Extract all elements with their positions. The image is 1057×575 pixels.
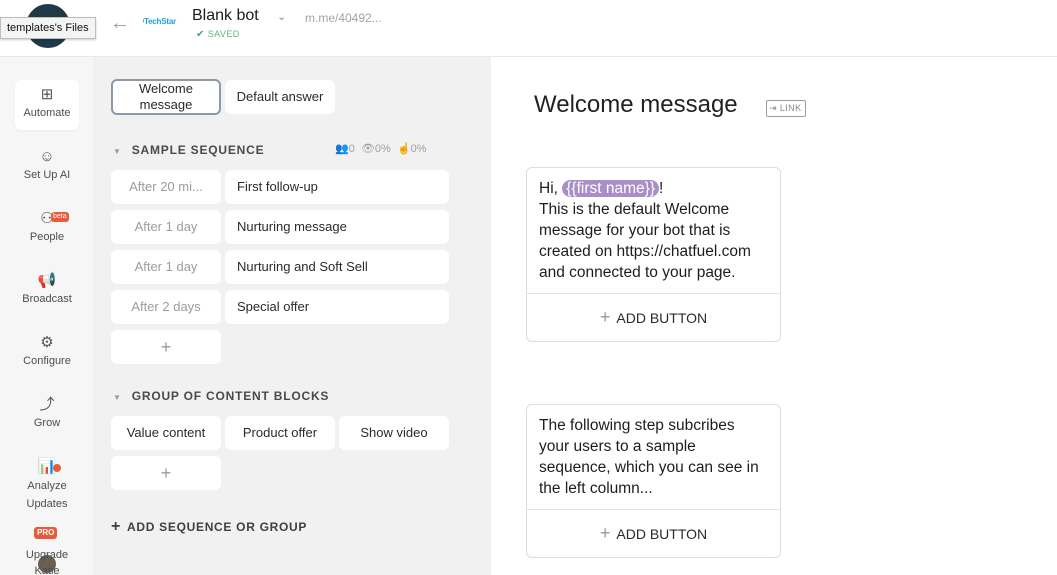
- card-text[interactable]: Hi, {{first name}}! This is the default …: [527, 168, 780, 293]
- automate-icon: ⊞: [40, 86, 54, 103]
- link-icon: ⇥: [769, 103, 777, 113]
- sequence-header[interactable]: ▼ SAMPLE SEQUENCE: [113, 143, 264, 157]
- plus-icon: +: [599, 307, 611, 327]
- sidebar-item-updates[interactable]: Updates: [15, 497, 79, 511]
- pro-badge: PRO: [34, 527, 58, 539]
- sidebar-item-configure[interactable]: ⚙ Configure: [15, 328, 79, 378]
- tab-welcome-message[interactable]: Welcome message: [111, 79, 221, 115]
- top-bar: templates's Files ← ᵎTechStar Blank bot …: [0, 0, 1057, 57]
- group-block[interactable]: Product offer: [225, 416, 335, 450]
- check-icon: ✔: [196, 29, 205, 40]
- chart-icon: 📊: [37, 458, 57, 475]
- chevron-down-icon[interactable]: ⌄: [277, 10, 286, 23]
- add-sequence-block-button[interactable]: +: [111, 330, 221, 364]
- caret-down-icon[interactable]: ▼: [113, 393, 122, 402]
- blocks-panel: Welcome message Default answer ▼ SAMPLE S…: [93, 57, 491, 575]
- sidebar-item-upgrade[interactable]: PRO Upgrade Katie: [15, 527, 79, 575]
- plus-icon: +: [599, 523, 611, 543]
- people-icon: ⚇: [40, 210, 54, 227]
- add-button[interactable]: + ADD BUTTON: [527, 293, 780, 341]
- bot-url[interactable]: m.me/40492...: [305, 11, 382, 25]
- beta-badge: beta: [51, 212, 69, 222]
- add-group-block-button[interactable]: +: [111, 456, 221, 490]
- arrow-left-icon[interactable]: ←: [110, 12, 130, 35]
- tooltip: templates's Files: [0, 17, 96, 39]
- group-block[interactable]: Show video: [339, 416, 449, 450]
- notification-dot: [53, 464, 61, 472]
- block-title[interactable]: Welcome message: [534, 91, 738, 119]
- sequence-delay[interactable]: After 1 day: [111, 210, 221, 244]
- sidebar-item-grow[interactable]: ⤴ Grow: [15, 390, 79, 440]
- sequence-block[interactable]: Nurturing message: [225, 210, 449, 244]
- users-icon: 👥: [335, 143, 349, 155]
- sidebar-item-analyze[interactable]: 📊 Analyze Updates: [15, 452, 79, 510]
- sequence-stats: 👥0 👁0% ☝0%: [335, 143, 427, 155]
- user-name[interactable]: Katie: [15, 564, 79, 575]
- sequence-delay[interactable]: After 1 day: [111, 250, 221, 284]
- add-sequence-or-group-button[interactable]: + ADD SEQUENCE OR GROUP: [111, 518, 307, 536]
- group-block[interactable]: Value content: [111, 416, 221, 450]
- plus-icon: +: [111, 518, 122, 535]
- techstar-logo: ᵎTechStar: [143, 17, 176, 26]
- card-text[interactable]: The following step subcribes your users …: [527, 405, 780, 509]
- link-button[interactable]: ⇥ LINK: [766, 100, 807, 117]
- grow-icon: ⤴: [39, 396, 55, 413]
- sequence-block[interactable]: Nurturing and Soft Sell: [225, 250, 449, 284]
- block-editor: Welcome message ⇥ LINK Hi, {{first name}…: [491, 57, 1057, 575]
- sidebar: ⊞ Automate ☺ Set Up AI ⚇ beta People 📢 B…: [0, 57, 93, 575]
- sidebar-item-people[interactable]: ⚇ beta People: [15, 204, 79, 254]
- ai-icon: ☺: [39, 148, 55, 165]
- megaphone-icon: 📢: [37, 272, 57, 289]
- pointer-icon: ☝: [396, 143, 411, 155]
- sidebar-item-broadcast[interactable]: 📢 Broadcast: [15, 266, 79, 316]
- sidebar-item-automate[interactable]: ⊞ Automate: [15, 80, 79, 130]
- caret-down-icon[interactable]: ▼: [113, 147, 122, 156]
- sequence-delay[interactable]: After 20 mi...: [111, 170, 221, 204]
- sequence-block[interactable]: First follow-up: [225, 170, 449, 204]
- tab-default-answer[interactable]: Default answer: [225, 80, 335, 114]
- eye-icon: 👁: [360, 143, 375, 155]
- saved-status: ✔ SAVED: [196, 29, 240, 40]
- add-button[interactable]: + ADD BUTTON: [527, 509, 780, 557]
- sidebar-item-setup-ai[interactable]: ☺ Set Up AI: [15, 142, 79, 192]
- group-header[interactable]: ▼ GROUP OF CONTENT BLOCKS: [113, 389, 329, 403]
- user-attribute-tag[interactable]: {{first name}}: [562, 180, 660, 197]
- sequence-delay[interactable]: After 2 days: [111, 290, 221, 324]
- sequence-block[interactable]: Special offer: [225, 290, 449, 324]
- text-card[interactable]: Hi, {{first name}}! This is the default …: [526, 167, 781, 342]
- gear-icon: ⚙: [40, 334, 54, 351]
- text-card[interactable]: The following step subcribes your users …: [526, 404, 781, 558]
- bot-name[interactable]: Blank bot: [192, 7, 259, 25]
